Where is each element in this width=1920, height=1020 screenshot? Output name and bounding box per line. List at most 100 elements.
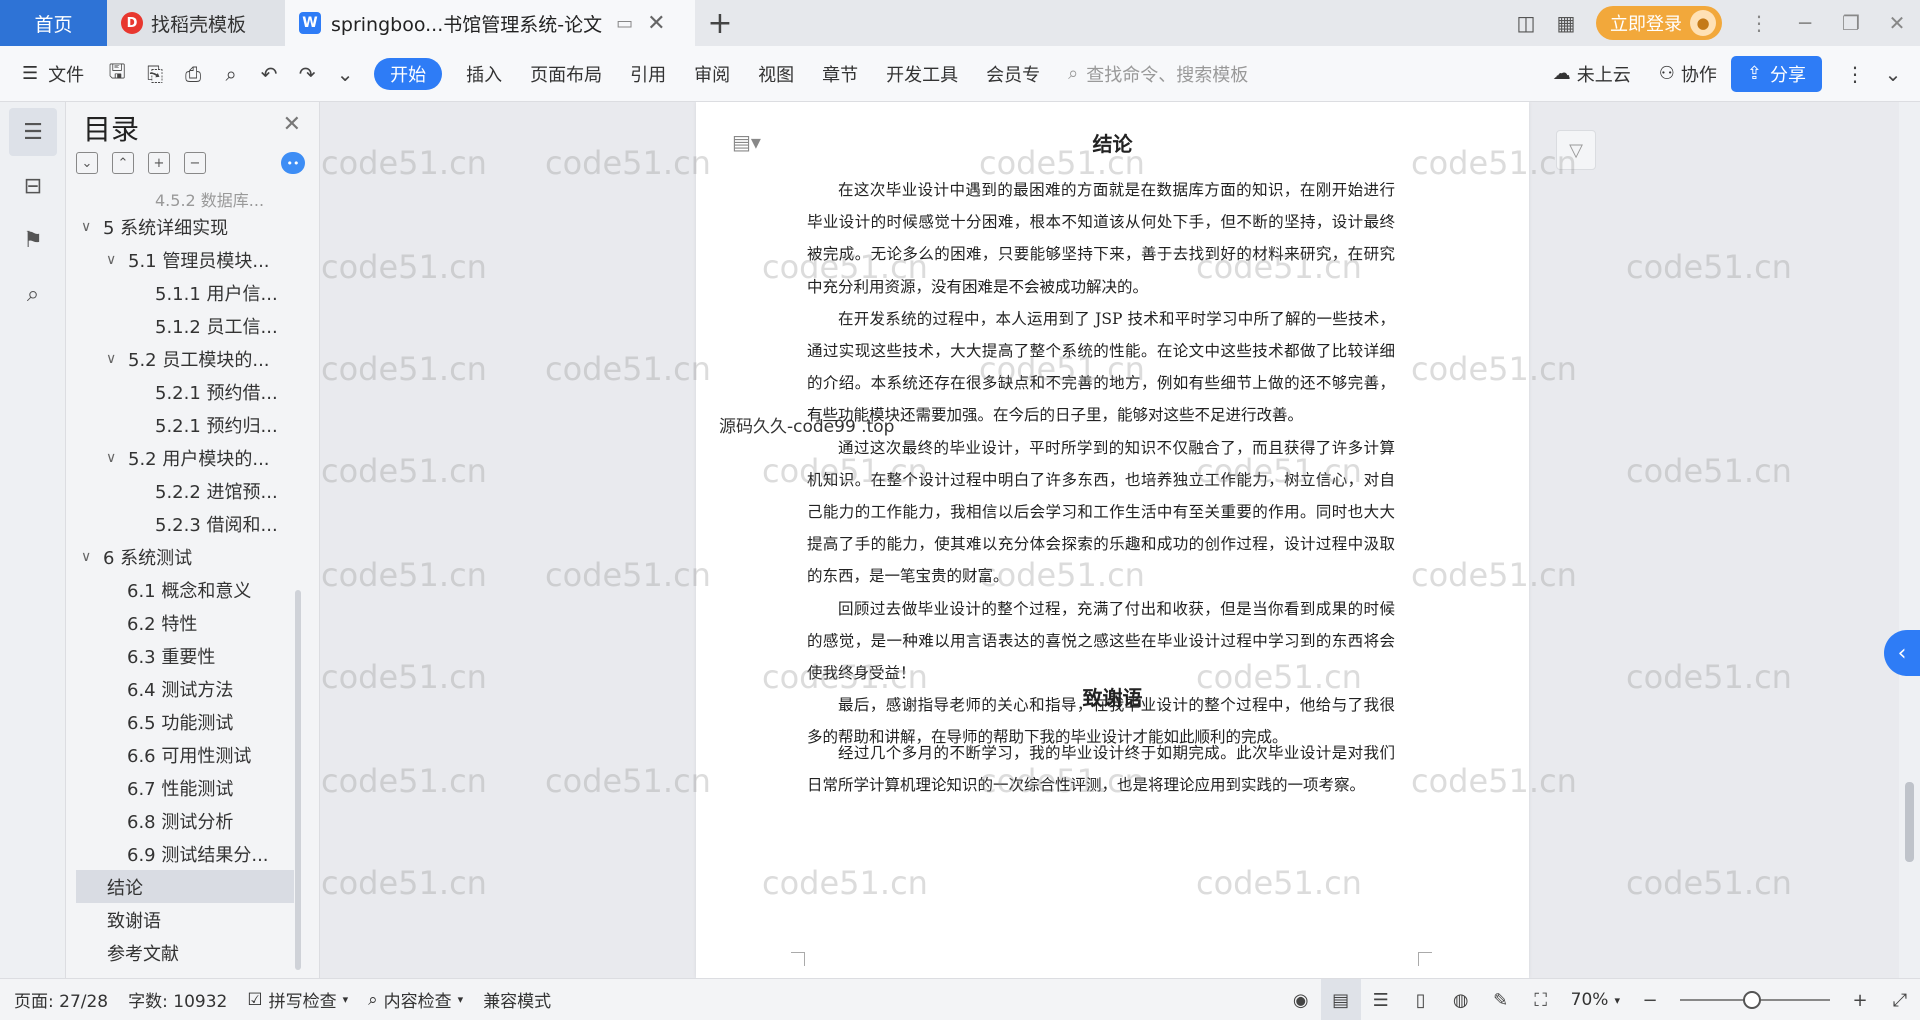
customize-dropdown-icon[interactable]: ⌄ bbox=[326, 46, 364, 102]
toc-item[interactable]: 4.5.2 数据库... bbox=[66, 188, 306, 210]
login-button[interactable]: 立即登录 ● bbox=[1596, 6, 1722, 40]
tab-home[interactable]: 首页 bbox=[0, 0, 107, 46]
bookmark-icon[interactable]: ⚑ bbox=[9, 216, 57, 264]
toc-item[interactable]: 5.2.2 进馆预... bbox=[66, 474, 306, 507]
zoom-out-icon[interactable]: − bbox=[1630, 979, 1670, 1020]
toc-item[interactable]: 5.2.1 预约归... bbox=[66, 408, 306, 441]
tab-chapter[interactable]: 章节 bbox=[808, 46, 872, 102]
toc-item[interactable]: 6.1 概念和意义 bbox=[66, 573, 306, 606]
zoom-slider-knob[interactable] bbox=[1743, 991, 1761, 1009]
zoom-slider[interactable] bbox=[1680, 991, 1830, 1009]
collaborate-button[interactable]: ⚇ 协作 bbox=[1645, 46, 1731, 102]
export-icon[interactable]: ⎘ bbox=[136, 46, 174, 102]
chevron-down-icon[interactable]: ∨ bbox=[81, 549, 99, 565]
chapter-nav-icon[interactable]: ⊟ bbox=[9, 162, 57, 210]
tab-view[interactable]: 视图 bbox=[744, 46, 808, 102]
share-button[interactable]: ⇪ 分享 bbox=[1730, 55, 1822, 92]
minimize-icon[interactable]: ─ bbox=[1782, 0, 1828, 46]
toc-tools: ⌄ ⌃ + − bbox=[76, 152, 206, 174]
content-check-button[interactable]: ⌕ 内容检查 ▾ bbox=[358, 987, 473, 1013]
add-tab-button[interactable]: + bbox=[695, 0, 745, 46]
expand-all-icon[interactable]: ⌄ bbox=[76, 152, 98, 174]
tab-document[interactable]: W springboo...书馆管理系统-论文 ▭ ✕ bbox=[285, 0, 695, 46]
undo-icon[interactable]: ↶ bbox=[250, 46, 288, 102]
tab-references[interactable]: 引用 bbox=[616, 46, 680, 102]
close-panel-icon[interactable]: ✕ bbox=[283, 112, 301, 137]
print-preview-icon[interactable]: ⌕ bbox=[212, 46, 250, 102]
toc-scrollbar[interactable] bbox=[295, 590, 301, 970]
tab-page-layout[interactable]: 页面布局 bbox=[516, 46, 616, 102]
eye-protection-icon[interactable]: ◉ bbox=[1281, 979, 1321, 1020]
tab-member[interactable]: 会员专 bbox=[972, 46, 1054, 102]
more-vertical-icon[interactable]: ⋮ bbox=[1736, 0, 1782, 46]
toc-item[interactable]: 参考文献 bbox=[66, 936, 306, 969]
spell-check-button[interactable]: ☑ 拼写检查 ▾ bbox=[237, 987, 358, 1013]
toc-item[interactable]: 5.2.3 借阅和... bbox=[66, 507, 306, 540]
toc-panel-icon[interactable]: ☰ bbox=[9, 108, 57, 156]
toc-item-label: 6 系统测试 bbox=[103, 547, 193, 569]
chevron-down-icon[interactable]: ∨ bbox=[106, 252, 124, 268]
tab-review[interactable]: 审阅 bbox=[680, 46, 744, 102]
file-menu-button[interactable]: ☰ 文件 bbox=[0, 46, 98, 102]
command-search[interactable]: ⌕ 查找命令、搜索模板 bbox=[1054, 46, 1262, 102]
dropdown-icon: ▾ bbox=[1614, 993, 1620, 1007]
restore-icon[interactable]: ❐ bbox=[1828, 0, 1874, 46]
toc-item[interactable]: ∨ 5.1 管理员模块... bbox=[66, 243, 306, 276]
outline-view-icon[interactable]: ☰ bbox=[1361, 979, 1401, 1020]
web-view-icon[interactable]: ◍ bbox=[1441, 979, 1481, 1020]
collapse-ribbon-icon[interactable]: ⌄ bbox=[1874, 46, 1912, 102]
add-heading-icon[interactable]: + bbox=[148, 152, 170, 174]
toc-item[interactable]: 6.7 性能测试 bbox=[66, 771, 306, 804]
toc-item[interactable]: ∨ 5.2 员工模块的... bbox=[66, 342, 306, 375]
toc-item[interactable]: ∨ 6 系统测试 bbox=[66, 540, 306, 573]
toc-item[interactable]: 5.1.1 用户信... bbox=[66, 276, 306, 309]
tab-templates[interactable]: D 找稻壳模板 bbox=[107, 0, 285, 46]
chevron-down-icon[interactable]: ∨ bbox=[106, 450, 124, 466]
toc-item-selected[interactable]: 结论 bbox=[76, 870, 294, 903]
layout-icon[interactable]: ◫ bbox=[1506, 0, 1546, 46]
tab-start[interactable]: 开始 bbox=[374, 57, 443, 90]
filter-icon[interactable]: ▽ bbox=[1556, 130, 1596, 170]
redo-icon[interactable]: ↷ bbox=[288, 46, 326, 102]
monitor-icon[interactable]: ▭ bbox=[616, 13, 633, 34]
toc-item[interactable]: 6.4 测试方法 bbox=[66, 672, 306, 705]
apps-grid-icon[interactable]: ▦ bbox=[1546, 0, 1586, 46]
toc-item[interactable]: ∨ 5.2 用户模块的... bbox=[66, 441, 306, 474]
zoom-in-icon[interactable]: + bbox=[1840, 979, 1880, 1020]
document-page[interactable]: ▤▾ 结论 在这次毕业设计中遇到的最困难的方面就是在数据库方面的知识，在刚开始进… bbox=[696, 102, 1529, 978]
word-count[interactable]: 字数: 10932 bbox=[118, 987, 237, 1012]
chevron-down-icon[interactable]: ∨ bbox=[106, 351, 124, 367]
vertical-scrollbar[interactable] bbox=[1899, 102, 1920, 978]
toc-item[interactable]: 6.5 功能测试 bbox=[66, 705, 306, 738]
find-icon[interactable]: ⌕ bbox=[9, 270, 57, 318]
tab-developer[interactable]: 开发工具 bbox=[872, 46, 972, 102]
toc-item[interactable]: 6.2 特性 bbox=[66, 606, 306, 639]
scrollbar-thumb[interactable] bbox=[1905, 782, 1914, 862]
toc-item[interactable]: 5.1.2 员工信... bbox=[66, 309, 306, 342]
toc-item[interactable]: 6.8 测试分析 bbox=[66, 804, 306, 837]
zoom-dropdown[interactable]: 70% ▾ bbox=[1561, 990, 1630, 1010]
print-icon[interactable]: ⎙ bbox=[174, 46, 212, 102]
ai-assistant-icon[interactable]: •• bbox=[281, 152, 305, 174]
fit-page-icon[interactable]: ⛶ bbox=[1521, 979, 1561, 1020]
collapse-all-icon[interactable]: ⌃ bbox=[112, 152, 134, 174]
toc-item[interactable]: 6.3 重要性 bbox=[66, 639, 306, 672]
toc-item[interactable]: 致谢语 bbox=[66, 903, 306, 936]
chevron-down-icon[interactable]: ∨ bbox=[81, 219, 99, 235]
pen-icon[interactable]: ✎ bbox=[1481, 979, 1521, 1020]
page-view-icon[interactable]: ▤ bbox=[1320, 979, 1361, 1020]
page-count[interactable]: 页面: 27/28 bbox=[0, 987, 118, 1012]
save-icon[interactable]: 🖫 bbox=[98, 46, 136, 102]
toc-item[interactable]: 6.6 可用性测试 bbox=[66, 738, 306, 771]
close-window-icon[interactable]: ✕ bbox=[1874, 0, 1920, 46]
toc-item[interactable]: ∨ 5 系统详细实现 bbox=[66, 210, 306, 243]
reading-view-icon[interactable]: ▯ bbox=[1401, 979, 1441, 1020]
close-tab-icon[interactable]: ✕ bbox=[647, 11, 665, 36]
toc-item[interactable]: 5.2.1 预约借... bbox=[66, 375, 306, 408]
more-icon[interactable]: ⋮ bbox=[1836, 46, 1874, 102]
cloud-button[interactable]: ☁ 未上云 bbox=[1539, 46, 1645, 102]
toc-item[interactable]: 6.9 测试结果分... bbox=[66, 837, 306, 870]
fullscreen-icon[interactable]: ⤢ bbox=[1880, 979, 1920, 1020]
remove-heading-icon[interactable]: − bbox=[184, 152, 206, 174]
tab-insert[interactable]: 插入 bbox=[452, 46, 516, 102]
